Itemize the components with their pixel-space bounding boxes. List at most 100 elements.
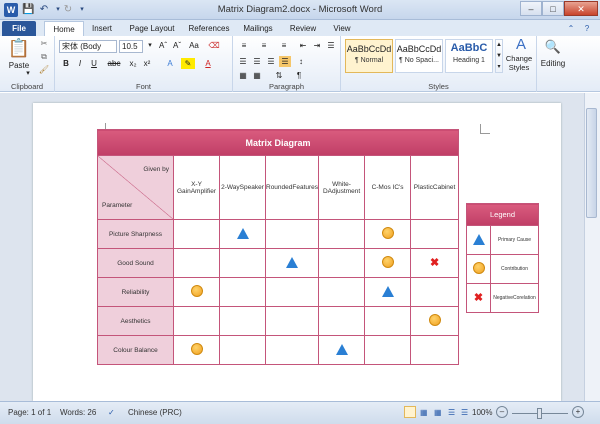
- tab-references[interactable]: References: [184, 21, 234, 36]
- clear-formatting-icon[interactable]: ⌫: [207, 40, 221, 51]
- find-icon[interactable]: 🔍: [543, 38, 563, 56]
- tab-insert[interactable]: Insert: [86, 21, 118, 36]
- margin-mark: [480, 124, 490, 134]
- show-formatting-icon[interactable]: ¶: [293, 70, 305, 81]
- shading-icon[interactable]: ▦: [237, 70, 249, 81]
- style-no-spacing[interactable]: AaBbCcDd ¶ No Spaci...: [395, 39, 443, 73]
- change-case-icon[interactable]: Aa: [187, 40, 201, 51]
- grow-font-icon[interactable]: Aˆ: [157, 40, 169, 51]
- title-bar: W 💾 ↶ ▾ ↻ ▾ Matrix Diagram2.docx - Micro…: [0, 0, 600, 20]
- align-right-icon[interactable]: ☰: [265, 56, 277, 67]
- strikethrough-icon[interactable]: abc: [107, 58, 121, 69]
- format-painter-icon[interactable]: 🖌: [38, 64, 50, 75]
- row-header: Picture Sharpness: [97, 219, 174, 249]
- editing-group: 🔍 Editing: [537, 36, 569, 92]
- change-styles-icon[interactable]: A: [507, 36, 535, 54]
- tab-view[interactable]: View: [327, 21, 357, 36]
- align-left-icon[interactable]: ☰: [237, 56, 249, 67]
- cut-icon[interactable]: ✂: [38, 38, 50, 49]
- column-header: 2-WaySpeaker: [219, 155, 266, 220]
- font-color-icon[interactable]: A: [201, 58, 215, 69]
- paste-icon[interactable]: 📋: [6, 38, 32, 58]
- close-button[interactable]: ✕: [564, 1, 598, 16]
- tab-page-layout[interactable]: Page Layout: [124, 21, 180, 36]
- editing-button[interactable]: Editing: [537, 58, 569, 69]
- font-size-dropdown-icon[interactable]: ▾: [145, 40, 155, 51]
- page-count[interactable]: Page: 1 of 1: [8, 408, 51, 417]
- help-icon[interactable]: ?: [580, 21, 594, 36]
- full-screen-reading-icon[interactable]: ▦: [420, 408, 428, 417]
- style-name: ¶ Normal: [354, 57, 384, 64]
- tab-file[interactable]: File: [2, 21, 36, 36]
- matrix-cell: [173, 277, 220, 307]
- bold-icon[interactable]: B: [61, 58, 71, 69]
- decrease-indent-icon[interactable]: ⇤: [297, 40, 309, 51]
- corner-top-label: Given by: [143, 166, 169, 173]
- zoom-slider-thumb[interactable]: [537, 408, 542, 419]
- zoom-level[interactable]: 100%: [472, 408, 492, 417]
- numbering-icon[interactable]: ≡: [257, 40, 271, 51]
- zoom-in-button[interactable]: +: [572, 406, 584, 418]
- underline-icon[interactable]: U: [89, 58, 99, 69]
- subscript-icon[interactable]: x₂: [127, 58, 139, 69]
- matrix-cell: [219, 335, 266, 365]
- style-name: ¶ No Spaci...: [399, 57, 439, 64]
- legend-label: Primary Cause: [490, 225, 539, 255]
- matrix-cell: [264, 306, 320, 336]
- increase-indent-icon[interactable]: ⇥: [311, 40, 323, 51]
- tab-mailings[interactable]: Mailings: [238, 21, 278, 36]
- matrix-cell: [364, 248, 412, 278]
- window-title: Matrix Diagram2.docx - Microsoft Word: [217, 4, 383, 15]
- print-layout-icon[interactable]: [404, 406, 416, 418]
- paste-dropdown-icon[interactable]: ▾: [22, 68, 34, 79]
- word-count[interactable]: Words: 26: [60, 408, 96, 417]
- change-styles-button[interactable]: Change Styles: [501, 54, 537, 72]
- style-heading-1[interactable]: AaBbC Heading 1: [445, 39, 493, 73]
- legend-table: Legend Primary Cause Contribution ✖ Negativ…: [466, 203, 539, 313]
- proofing-icon[interactable]: ✓: [108, 408, 115, 417]
- center-icon[interactable]: ☰: [251, 56, 263, 67]
- contribution-circle-icon: [190, 285, 203, 297]
- superscript-icon[interactable]: x²: [141, 58, 153, 69]
- style-name: Heading 1: [453, 57, 485, 64]
- contribution-circle-icon: [381, 256, 394, 268]
- minimize-button[interactable]: –: [520, 1, 542, 16]
- matrix-diagram: Matrix Diagram Given by Parameter X-Y Ga…: [96, 129, 460, 365]
- tab-review[interactable]: Review: [285, 21, 321, 36]
- matrix-cell: [410, 219, 460, 249]
- line-spacing-icon[interactable]: ↕: [295, 56, 307, 67]
- highlight-icon[interactable]: ✎: [181, 58, 195, 69]
- shrink-font-icon[interactable]: Aˇ: [171, 40, 183, 51]
- row-header: Colour Balance: [97, 335, 174, 365]
- borders-icon[interactable]: ▦: [251, 70, 263, 81]
- web-layout-icon[interactable]: ▦: [434, 408, 442, 417]
- style-normal[interactable]: AaBbCcDd ¶ Normal: [345, 39, 393, 73]
- matrix-cell: [173, 248, 220, 278]
- chinese-layout-icon[interactable]: ☰: [325, 40, 337, 51]
- scroll-thumb[interactable]: [586, 108, 597, 218]
- paragraph-group: ≡ ≡ ≡ ⇤ ⇥ ☰ ☰ ☰ ☰ ☰ ↕ ▦ ▦ ⇅ ¶ Paragraph: [233, 36, 341, 92]
- matrix-cell: [219, 306, 266, 336]
- matrix-cell: [219, 219, 266, 249]
- paragraph-label: Paragraph: [268, 82, 305, 91]
- sort-icon[interactable]: ⇅: [273, 70, 285, 81]
- copy-icon[interactable]: ⧉: [38, 51, 50, 62]
- matrix-cell: [173, 306, 220, 336]
- outline-icon[interactable]: ☰: [448, 408, 455, 417]
- draft-icon[interactable]: ☰: [461, 408, 468, 417]
- minimize-ribbon-icon[interactable]: ⌃: [565, 21, 577, 36]
- text-effects-icon[interactable]: A: [163, 58, 177, 69]
- maximize-button[interactable]: □: [542, 1, 564, 16]
- font-size-box[interactable]: 10.5: [119, 40, 143, 53]
- legend-symbol-cell: ✖: [466, 283, 491, 313]
- multilevel-list-icon[interactable]: ≡: [277, 40, 291, 51]
- font-name-box[interactable]: 宋体 (Body Asia: [59, 40, 117, 53]
- justify-icon[interactable]: ☰: [279, 56, 291, 67]
- language-status[interactable]: Chinese (PRC): [128, 408, 182, 417]
- primary-cause-triangle-icon: [335, 343, 348, 355]
- legend-row: ✖ NegativeCorelation: [466, 283, 539, 313]
- zoom-out-button[interactable]: –: [496, 406, 508, 418]
- tab-home[interactable]: Home: [44, 21, 84, 36]
- italic-icon[interactable]: I: [75, 58, 85, 69]
- bullets-icon[interactable]: ≡: [237, 40, 251, 51]
